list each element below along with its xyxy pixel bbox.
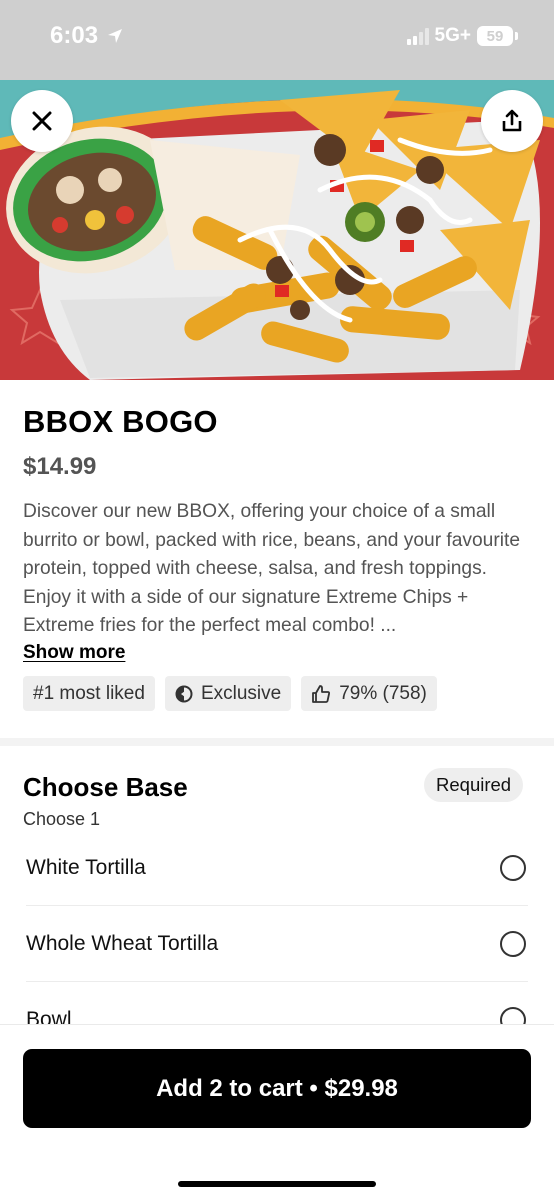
option-white-tortilla[interactable]: White Tortilla [26,830,528,906]
battery-tip [515,32,518,40]
share-icon [502,109,522,132]
item-price: $14.99 [23,453,97,480]
option-whole-wheat-tortilla[interactable]: Whole Wheat Tortilla [26,906,528,982]
section-title: Choose Base [23,772,188,802]
show-more-link[interactable]: Show more [23,642,125,664]
hero-image [0,80,554,380]
item-title: BBOX BOGO [23,404,218,439]
option-label: White Tortilla [26,855,146,879]
base-options-list: White Tortilla Whole Wheat Tortilla Bowl [26,830,528,1024]
badge-exclusive-label: Exclusive [200,682,282,704]
battery-icon: 59 [477,26,513,46]
food-illustration [0,80,554,380]
status-bar: 6:03 5G+ 59 [0,0,554,80]
item-badges: #1 most liked Exclusive 79% (758) [23,676,437,711]
badge-rating: 79% (758) [301,676,437,711]
badge-most-liked-label: #1 most liked [33,682,145,704]
close-button[interactable] [11,90,73,152]
home-indicator [178,1181,376,1187]
share-button[interactable] [481,90,543,152]
status-time: 6:03 [50,22,124,50]
radio-button[interactable] [500,854,526,881]
item-description: Discover our new BBOX, offering your cho… [23,501,521,636]
signal-icon [406,27,429,45]
option-label: Whole Wheat Tortilla [26,931,219,955]
add-to-cart-button[interactable]: Add 2 to cart • $29.98 [23,1049,531,1128]
option-label: Bowl [26,1007,72,1025]
location-arrow-icon [108,29,123,43]
radio-button[interactable] [500,930,526,957]
close-icon [32,111,52,131]
network-label: 5G+ [434,25,471,46]
status-indicators: 5G+ 59 [406,25,518,47]
section-subtitle: Choose 1 [23,809,101,829]
status-time-text: 6:03 [50,22,99,49]
option-bowl[interactable]: Bowl [26,982,528,1024]
battery-level: 59 [486,27,504,45]
exclusive-icon [175,685,193,702]
badge-exclusive: Exclusive [164,676,292,711]
required-badge: Required [424,768,524,802]
thumbs-up-icon [312,684,331,703]
badge-most-liked: #1 most liked [23,676,155,711]
radio-button[interactable] [500,1006,526,1024]
section-divider [0,738,554,746]
badge-rating-label: 79% (758) [339,682,427,704]
